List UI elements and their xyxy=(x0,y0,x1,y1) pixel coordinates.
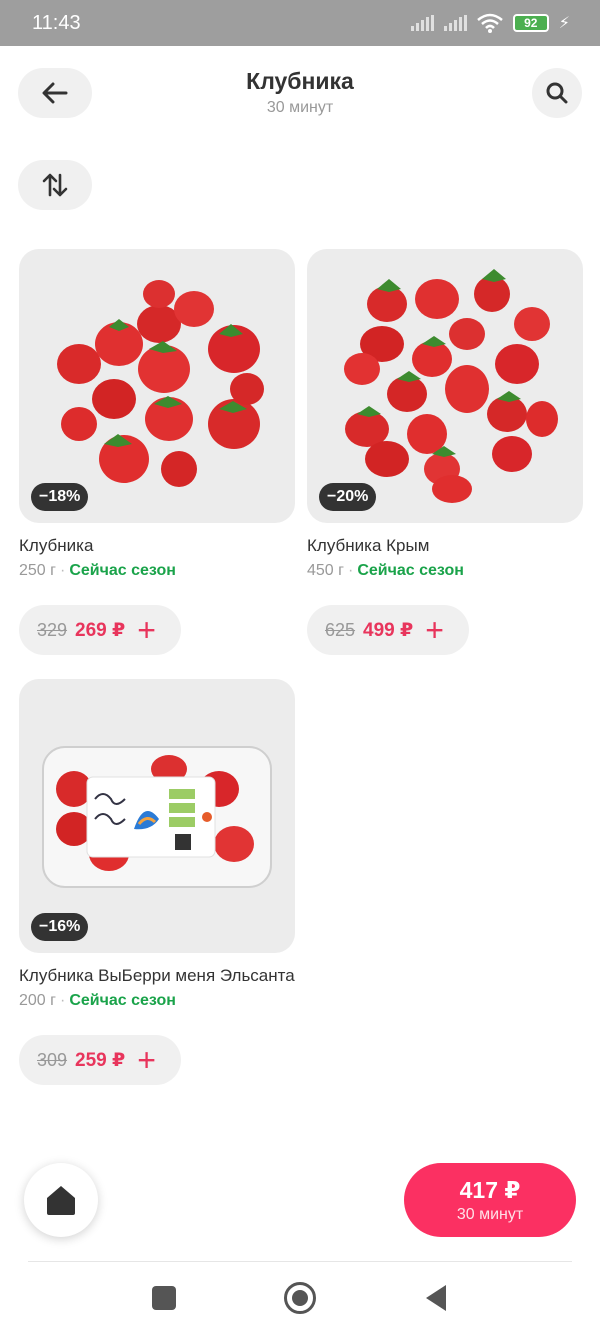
separator-dot: · xyxy=(59,992,66,1009)
new-price: 259 ₽ xyxy=(75,1049,126,1071)
cart-button[interactable]: 417 ₽ 30 минут xyxy=(404,1163,576,1237)
delivery-time: 30 минут xyxy=(266,99,334,116)
arrow-left-icon xyxy=(42,82,68,104)
strawberries-image xyxy=(57,280,264,487)
signal-icon xyxy=(410,15,434,31)
charging-icon: ⚡ xyxy=(558,15,570,32)
product-name[interactable]: Клубника Крым xyxy=(307,535,583,556)
separator-dot: · xyxy=(59,562,66,579)
season-label: Сейчас сезон xyxy=(69,562,176,579)
season-label: Сейчас сезон xyxy=(69,992,176,1009)
add-to-cart-button[interactable]: 329 269 ₽ + xyxy=(19,605,181,655)
system-nav-bar xyxy=(0,1268,600,1328)
discount-badge: −16% xyxy=(31,913,89,941)
divider xyxy=(28,1261,572,1262)
header: Клубника 30 минут xyxy=(0,46,600,146)
plus-icon: + xyxy=(137,612,156,648)
recents-icon[interactable] xyxy=(152,1286,176,1310)
sort-button[interactable] xyxy=(18,160,92,210)
search-icon xyxy=(546,82,568,104)
status-bar: 11:43 92 ⚡ xyxy=(0,0,600,46)
product-image[interactable]: −20% xyxy=(307,249,583,523)
old-price: 329 xyxy=(37,619,68,640)
home-icon xyxy=(47,1186,75,1215)
cart-total: 417 ₽ xyxy=(459,1176,521,1203)
product-card[interactable]: −20% Клубника Крым 450 г · Сейчас сезон xyxy=(307,249,583,580)
product-meta: 450 г · Сейчас сезон xyxy=(307,562,583,580)
signal-icon-2 xyxy=(443,15,467,31)
home-nav-icon[interactable] xyxy=(284,1282,316,1314)
new-price: 499 ₽ xyxy=(363,619,414,641)
strawberry-package-image xyxy=(42,746,272,888)
product-image[interactable]: −18% xyxy=(19,249,295,523)
product-weight: 200 г xyxy=(19,992,56,1009)
home-button[interactable] xyxy=(24,1163,98,1237)
product-card[interactable]: −18% Клубника 250 г · Сейчас сезон xyxy=(19,249,295,580)
plus-icon: + xyxy=(425,612,444,648)
product-image[interactable]: −16% xyxy=(19,679,295,953)
new-price: 269 ₽ xyxy=(75,619,126,641)
status-icons: 92 ⚡ xyxy=(410,13,570,33)
separator-dot: · xyxy=(347,562,354,579)
wifi-icon xyxy=(476,13,503,33)
old-price: 625 xyxy=(325,619,356,640)
product-meta: 200 г · Сейчас сезон xyxy=(19,992,295,1010)
product-card[interactable]: −16% Клубника ВыБерри меня Эльсанта 200 … xyxy=(19,679,295,1010)
plus-icon: + xyxy=(137,1042,156,1078)
add-to-cart-button[interactable]: 625 499 ₽ + xyxy=(307,605,469,655)
sort-icon xyxy=(42,173,68,197)
add-to-cart-button[interactable]: 309 259 ₽ + xyxy=(19,1035,181,1085)
title-block: Клубника 30 минут xyxy=(150,68,450,117)
product-name[interactable]: Клубника ВыБерри меня Эльсанта xyxy=(19,965,295,986)
old-price: 309 xyxy=(37,1049,68,1070)
back-nav-icon[interactable] xyxy=(426,1285,446,1311)
discount-badge: −20% xyxy=(319,483,377,511)
page-title: Клубника xyxy=(246,68,354,94)
cart-delivery-time: 30 минут xyxy=(456,1205,524,1223)
battery-icon: 92 xyxy=(512,14,549,32)
search-button[interactable] xyxy=(532,68,582,118)
product-name[interactable]: Клубника xyxy=(19,535,295,556)
strawberries-image xyxy=(344,269,558,503)
back-button[interactable] xyxy=(18,68,92,118)
status-time: 11:43 xyxy=(32,11,81,34)
season-label: Сейчас сезон xyxy=(357,562,464,579)
product-weight: 250 г xyxy=(19,562,56,579)
product-meta: 250 г · Сейчас сезон xyxy=(19,562,295,580)
product-weight: 450 г xyxy=(307,562,344,579)
discount-badge: −18% xyxy=(31,483,89,511)
